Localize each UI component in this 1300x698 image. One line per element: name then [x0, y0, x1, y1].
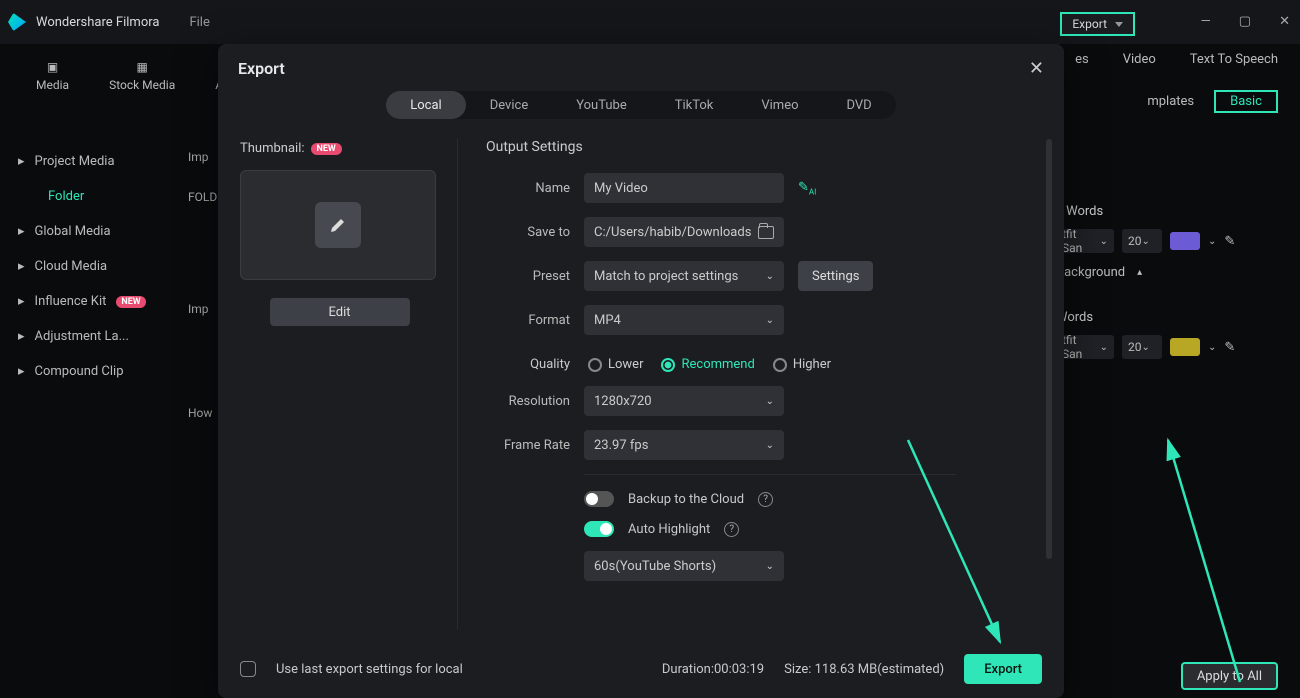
apply-to-all-button[interactable]: Apply to All — [1181, 662, 1278, 690]
subtab-basic[interactable]: Basic — [1214, 90, 1278, 113]
highlight-preset-select[interactable]: 60s(YouTube Shorts)⌄ — [584, 551, 784, 581]
color-swatch-olive[interactable] — [1170, 338, 1200, 356]
new-badge: NEW — [116, 296, 145, 308]
right-panel: e Words tfit San⌄ 20⌄ ⌄ ✎ Background▴ Wo… — [1056, 154, 1286, 371]
chevron-down-icon[interactable]: ⌄ — [1208, 236, 1216, 247]
ai-icon[interactable]: ✎AI — [798, 180, 816, 197]
pencil-icon — [315, 202, 361, 248]
edit-icon[interactable]: ✎ — [1224, 234, 1235, 249]
topbar-export-label: Export — [1072, 17, 1107, 31]
framerate-label: Frame Rate — [486, 438, 570, 453]
thumbnail-label: Thumbnail: NEW — [240, 141, 439, 156]
col-header-imp[interactable]: Imp — [188, 150, 209, 164]
export-button[interactable]: Export — [964, 654, 1042, 684]
annotation-arrow-2 — [1150, 432, 1270, 692]
quality-lower[interactable]: Lower — [588, 357, 643, 372]
subtab-templates[interactable]: mplates — [1147, 94, 1194, 109]
nav-project-media[interactable]: ▸Project Media — [0, 144, 180, 179]
size-select-1[interactable]: 20⌄ — [1122, 229, 1162, 253]
size-text: Size: 118.63 MB(estimated) — [784, 662, 944, 677]
preset-select[interactable]: Match to project settings⌄ — [584, 261, 784, 291]
edit-icon[interactable]: ✎ — [1224, 340, 1235, 355]
tool-tab-media[interactable]: ▣Media — [36, 60, 69, 92]
nav-folder[interactable]: Folder — [0, 179, 180, 214]
tab-local[interactable]: Local — [386, 91, 465, 119]
settings-button[interactable]: Settings — [798, 261, 873, 291]
help-icon[interactable]: ? — [724, 522, 739, 537]
menu-file[interactable]: File — [189, 15, 209, 30]
nav-global-media[interactable]: ▸Global Media — [0, 214, 180, 249]
background-label: Background — [1056, 265, 1125, 280]
quality-label: Quality — [486, 357, 570, 372]
preview-subtabs: mplates Basic — [1147, 90, 1278, 113]
new-badge: NEW — [311, 143, 342, 155]
size-select-2[interactable]: 20⌄ — [1122, 335, 1162, 359]
nav-compound[interactable]: ▸Compound Clip — [0, 354, 180, 389]
auto-highlight-toggle[interactable] — [584, 521, 614, 537]
duration-text: Duration:00:03:19 — [662, 662, 764, 677]
export-tabs: Local Device YouTube TikTok Vimeo DVD — [218, 91, 1064, 119]
backup-cloud-toggle[interactable] — [584, 491, 614, 507]
tab-tts[interactable]: Text To Speech — [1190, 52, 1278, 67]
maximize-icon[interactable]: ▢ — [1239, 14, 1251, 29]
resolution-label: Resolution — [486, 394, 570, 409]
col-header-fold: FOLD — [188, 190, 217, 204]
chevron-down-icon[interactable]: ⌄ — [1208, 342, 1216, 353]
export-dialog: Export ✕ Local Device YouTube TikTok Vim… — [218, 44, 1064, 698]
section-words: e Words — [1056, 204, 1286, 219]
format-label: Format — [486, 313, 570, 328]
close-icon[interactable]: ✕ — [1029, 58, 1044, 79]
format-select[interactable]: MP4⌄ — [584, 305, 784, 335]
font-select-2[interactable]: tfit San⌄ — [1056, 335, 1114, 359]
thumbnail-preview[interactable] — [240, 170, 436, 280]
app-title: Wondershare Filmora — [36, 15, 159, 30]
tab-tiktok[interactable]: TikTok — [651, 91, 738, 119]
saveto-label: Save to — [486, 225, 570, 240]
font-select-1[interactable]: tfit San⌄ — [1056, 229, 1114, 253]
close-icon[interactable]: ✕ — [1279, 14, 1290, 29]
tab-es[interactable]: es — [1075, 52, 1089, 67]
tab-youtube[interactable]: YouTube — [552, 91, 651, 119]
tab-dvd[interactable]: DVD — [823, 91, 896, 119]
chevron-down-icon — [1115, 22, 1123, 27]
section-words-2: Words — [1056, 310, 1286, 325]
topbar-export-button[interactable]: Export — [1060, 12, 1135, 36]
name-input[interactable]: My Video — [584, 173, 784, 203]
preset-label: Preset — [486, 269, 570, 284]
backup-cloud-label: Backup to the Cloud — [628, 492, 744, 507]
quality-recommend[interactable]: Recommend — [661, 357, 754, 372]
nav-cloud-media[interactable]: ▸Cloud Media — [0, 249, 180, 284]
use-last-label: Use last export settings for local — [276, 662, 463, 677]
nav-influence-kit[interactable]: ▸Influence KitNEW — [0, 284, 180, 319]
dialog-title: Export — [238, 59, 285, 78]
resolution-select[interactable]: 1280x720⌄ — [584, 386, 784, 416]
col-header-how: How — [188, 406, 212, 420]
app-logo — [8, 13, 26, 31]
left-nav: ▸Project Media Folder ▸Global Media ▸Clo… — [0, 144, 180, 389]
framerate-select[interactable]: 23.97 fps⌄ — [584, 430, 784, 460]
nav-adjustment[interactable]: ▸Adjustment La... — [0, 319, 180, 354]
scrollbar[interactable] — [1046, 139, 1052, 559]
tab-video[interactable]: Video — [1123, 52, 1156, 67]
tab-vimeo[interactable]: Vimeo — [737, 91, 822, 119]
divider — [584, 474, 956, 475]
minimize-icon[interactable]: — — [1201, 14, 1211, 29]
tool-tab-stock[interactable]: ▦Stock Media — [109, 60, 175, 92]
color-swatch-purple[interactable] — [1170, 232, 1200, 250]
help-icon[interactable]: ? — [758, 492, 773, 507]
saveto-input[interactable]: C:/Users/habib/Downloads — [584, 217, 784, 247]
use-last-checkbox[interactable] — [240, 661, 256, 677]
titlebar: Wondershare Filmora File Export — ▢ ✕ — [0, 0, 1300, 44]
name-label: Name — [486, 181, 570, 196]
col-header-imp2: Imp — [188, 302, 209, 316]
window-controls: — ▢ ✕ — [1201, 14, 1290, 29]
dialog-footer: Use last export settings for local Durat… — [240, 654, 1042, 684]
folder-icon[interactable] — [758, 226, 774, 239]
tab-device[interactable]: Device — [466, 91, 553, 119]
output-settings-title: Output Settings — [486, 139, 1054, 155]
preview-tabs: es Video Text To Speech — [1075, 52, 1278, 67]
auto-highlight-label: Auto Highlight — [628, 522, 710, 537]
quality-higher[interactable]: Higher — [773, 357, 831, 372]
edit-thumbnail-button[interactable]: Edit — [270, 298, 410, 326]
